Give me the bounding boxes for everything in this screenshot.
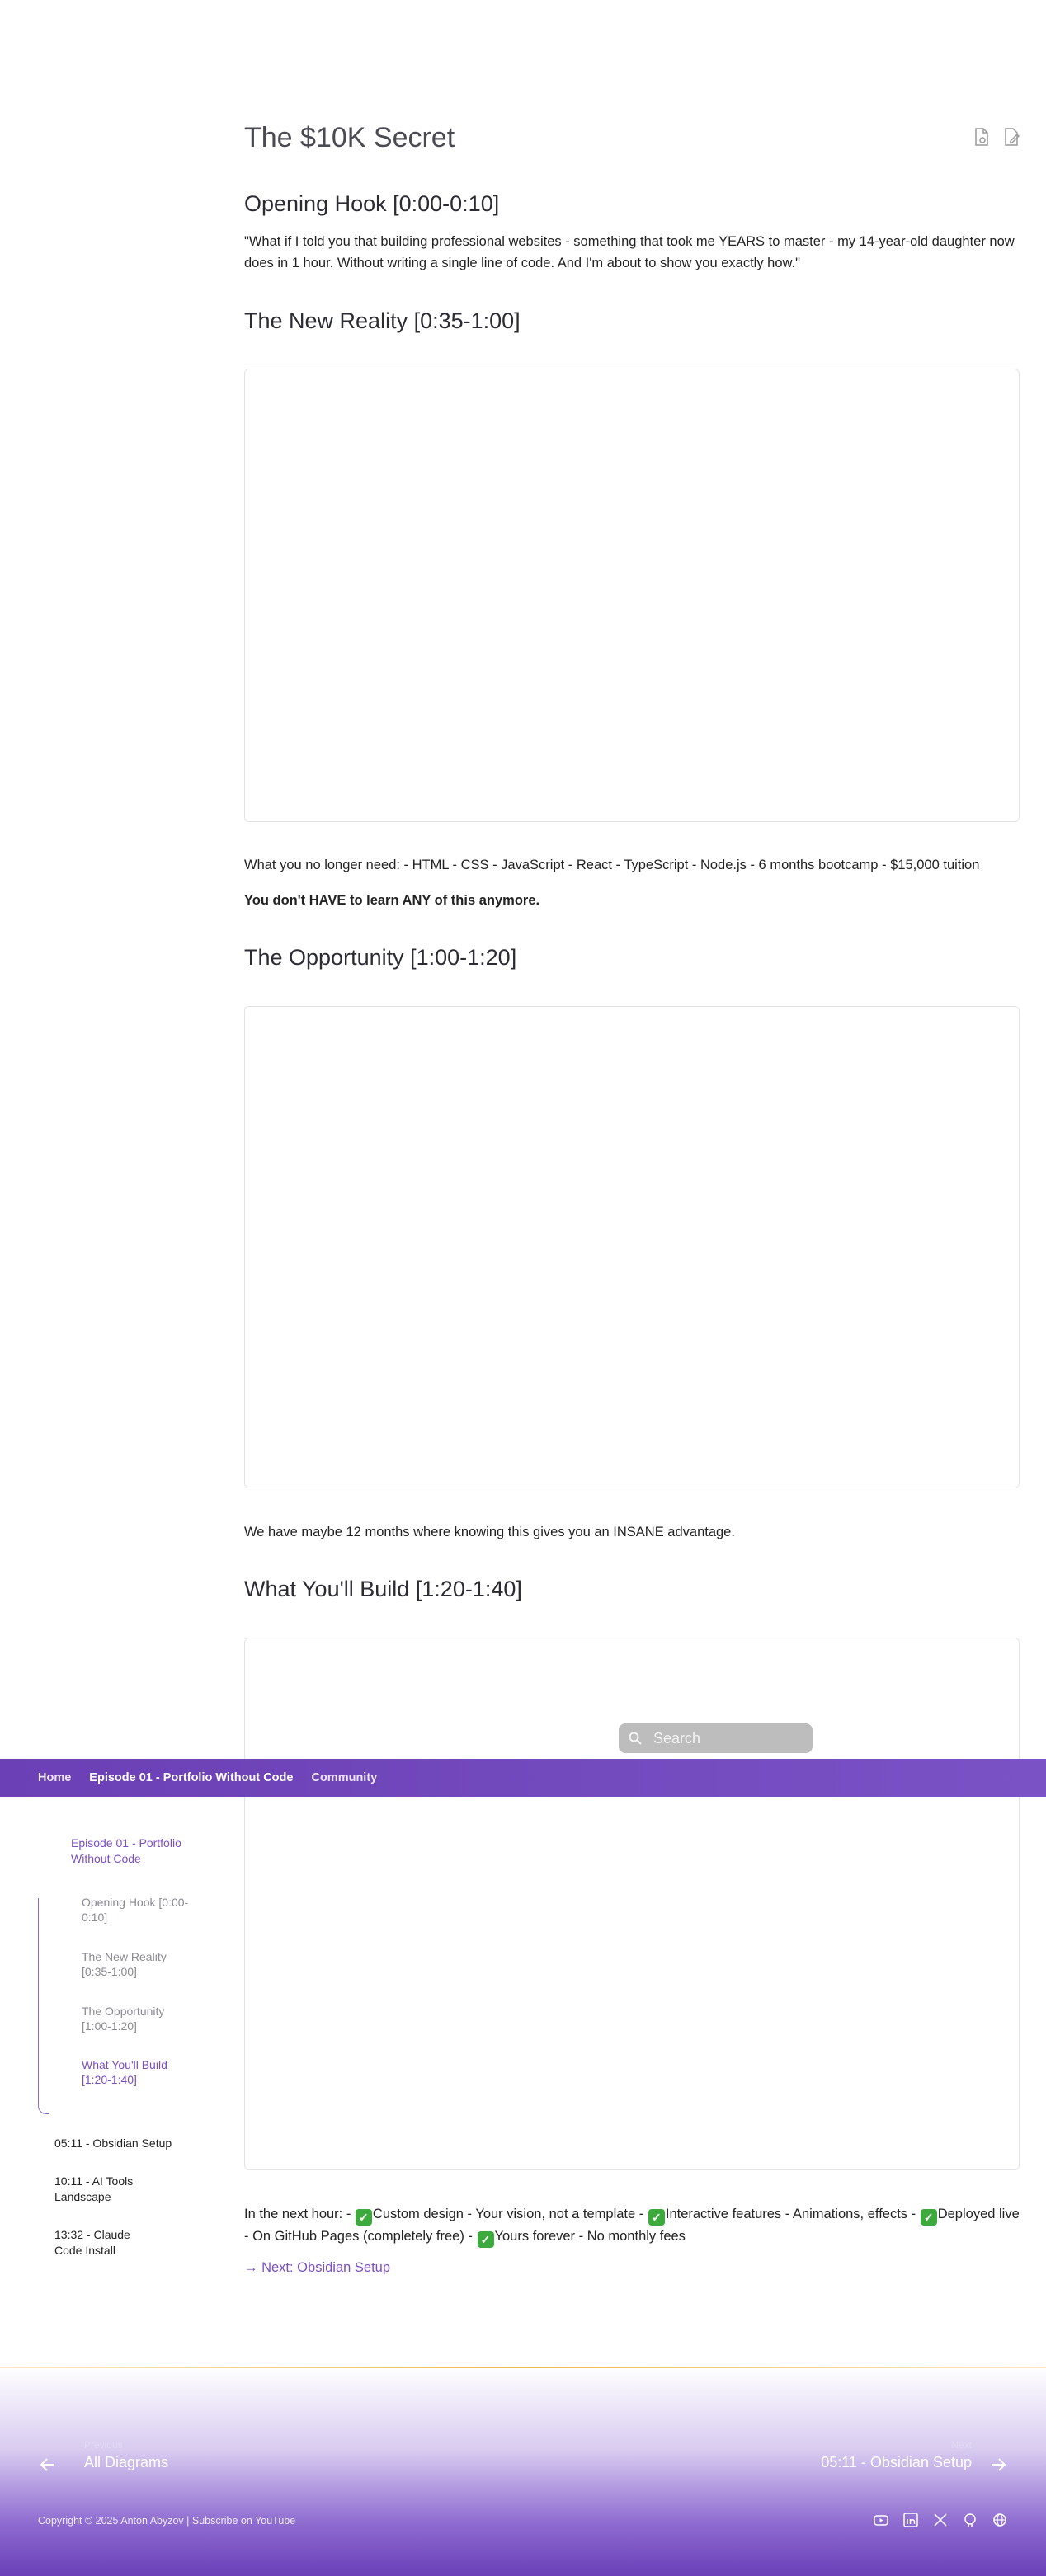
github-icon[interactable] [962, 2512, 978, 2528]
youtube-icon[interactable] [873, 2512, 889, 2528]
diagram-build [244, 1638, 1020, 2170]
build-item-2: Interactive features - Animations, effec… [665, 2207, 920, 2221]
globe-icon[interactable] [992, 2512, 1008, 2528]
build-item-4: Yours forever - No monthly fees [494, 2229, 686, 2244]
title-actions [973, 127, 1020, 147]
next-label: Next [951, 2439, 972, 2451]
top-navbar: Home Episode 01 - Portfolio Without Code… [0, 1759, 1046, 1797]
checkmark-icon: ✓ [648, 2209, 665, 2226]
next-page-link[interactable]: 05:11 - Obsidian Setup [821, 2454, 972, 2471]
edit-file-icon[interactable] [973, 127, 990, 147]
footer-divider [0, 2367, 1046, 2368]
build-item-1: Custom design - Your vision, not a templ… [372, 2207, 648, 2221]
build-intro: In the next hour: - [244, 2207, 355, 2221]
section-heading-opportunity: The Opportunity [1:00-1:20] [244, 945, 517, 970]
sidebar-item-claude-code[interactable]: 13:32 - Claude Code Install [54, 2227, 153, 2259]
checkmark-icon: ✓ [355, 2209, 372, 2226]
nav-home[interactable]: Home [38, 1771, 71, 1784]
toc-item-new-reality[interactable]: The New Reality [0:35-1:00] [82, 1949, 189, 1979]
reality-text: What you no longer need: - HTML - CSS - … [244, 858, 980, 872]
arrow-left-icon[interactable] [38, 2455, 58, 2475]
search-input[interactable]: Search [619, 1723, 813, 1753]
social-links [873, 2512, 1008, 2528]
toc-item-opportunity[interactable]: The Opportunity [1:00-1:20] [82, 2004, 189, 2033]
x-icon[interactable] [932, 2512, 949, 2528]
checkmark-icon: ✓ [477, 2231, 494, 2248]
opportunity-text: We have maybe 12 months where knowing th… [244, 1525, 735, 1539]
sidebar-item-obsidian-setup[interactable]: 05:11 - Obsidian Setup [54, 2136, 186, 2151]
checkmark-icon: ✓ [920, 2209, 937, 2226]
prev-label: Previous [84, 2439, 123, 2451]
sidebar-item-episode[interactable]: Episode 01 - Portfolio Without Code [71, 1836, 186, 1867]
next-section-link[interactable]: → Next: Obsidian Setup [244, 2260, 390, 2276]
nav-community[interactable]: Community [311, 1771, 377, 1784]
linkedin-icon[interactable] [902, 2512, 919, 2528]
page-title: The $10K Secret [244, 122, 455, 153]
sidebar-item-ai-tools[interactable]: 10:11 - AI Tools Landscape [54, 2174, 153, 2205]
toc-item-opening-hook[interactable]: Opening Hook [0:00-0:10] [82, 1895, 189, 1925]
edit-page-icon[interactable] [1003, 127, 1020, 147]
section-heading-build: What You'll Build [1:20-1:40] [244, 1577, 522, 1601]
section-heading-reality: The New Reality [0:35-1:00] [244, 308, 521, 333]
hook-text: "What if I told you that building profes… [244, 234, 1015, 270]
diagram-opportunity [244, 1006, 1020, 1488]
section-heading-hook: Opening Hook [0:00-0:10] [244, 191, 500, 216]
copyright-text: Copyright © 2025 Anton Abyzov | Subscrib… [38, 2515, 296, 2527]
diagram-reality [244, 369, 1020, 822]
build-text: In the next hour: - ✓ Custom design - You… [244, 2203, 1020, 2248]
reality-bold-text: You don't HAVE to learn ANY of this anym… [244, 893, 540, 908]
search-icon [629, 1732, 642, 1745]
footer: Previous All Diagrams Next 05:11 - Obsid… [0, 2367, 1046, 2576]
toc-item-what-you-build[interactable]: What You'll Build [1:20-1:40] [82, 2057, 189, 2087]
prev-page-link[interactable]: All Diagrams [84, 2454, 168, 2471]
nav-episode-01[interactable]: Episode 01 - Portfolio Without Code [89, 1771, 293, 1784]
search-placeholder: Search [653, 1729, 701, 1746]
arrow-right-icon[interactable] [988, 2455, 1008, 2475]
toc-guide-line [38, 1898, 49, 2114]
